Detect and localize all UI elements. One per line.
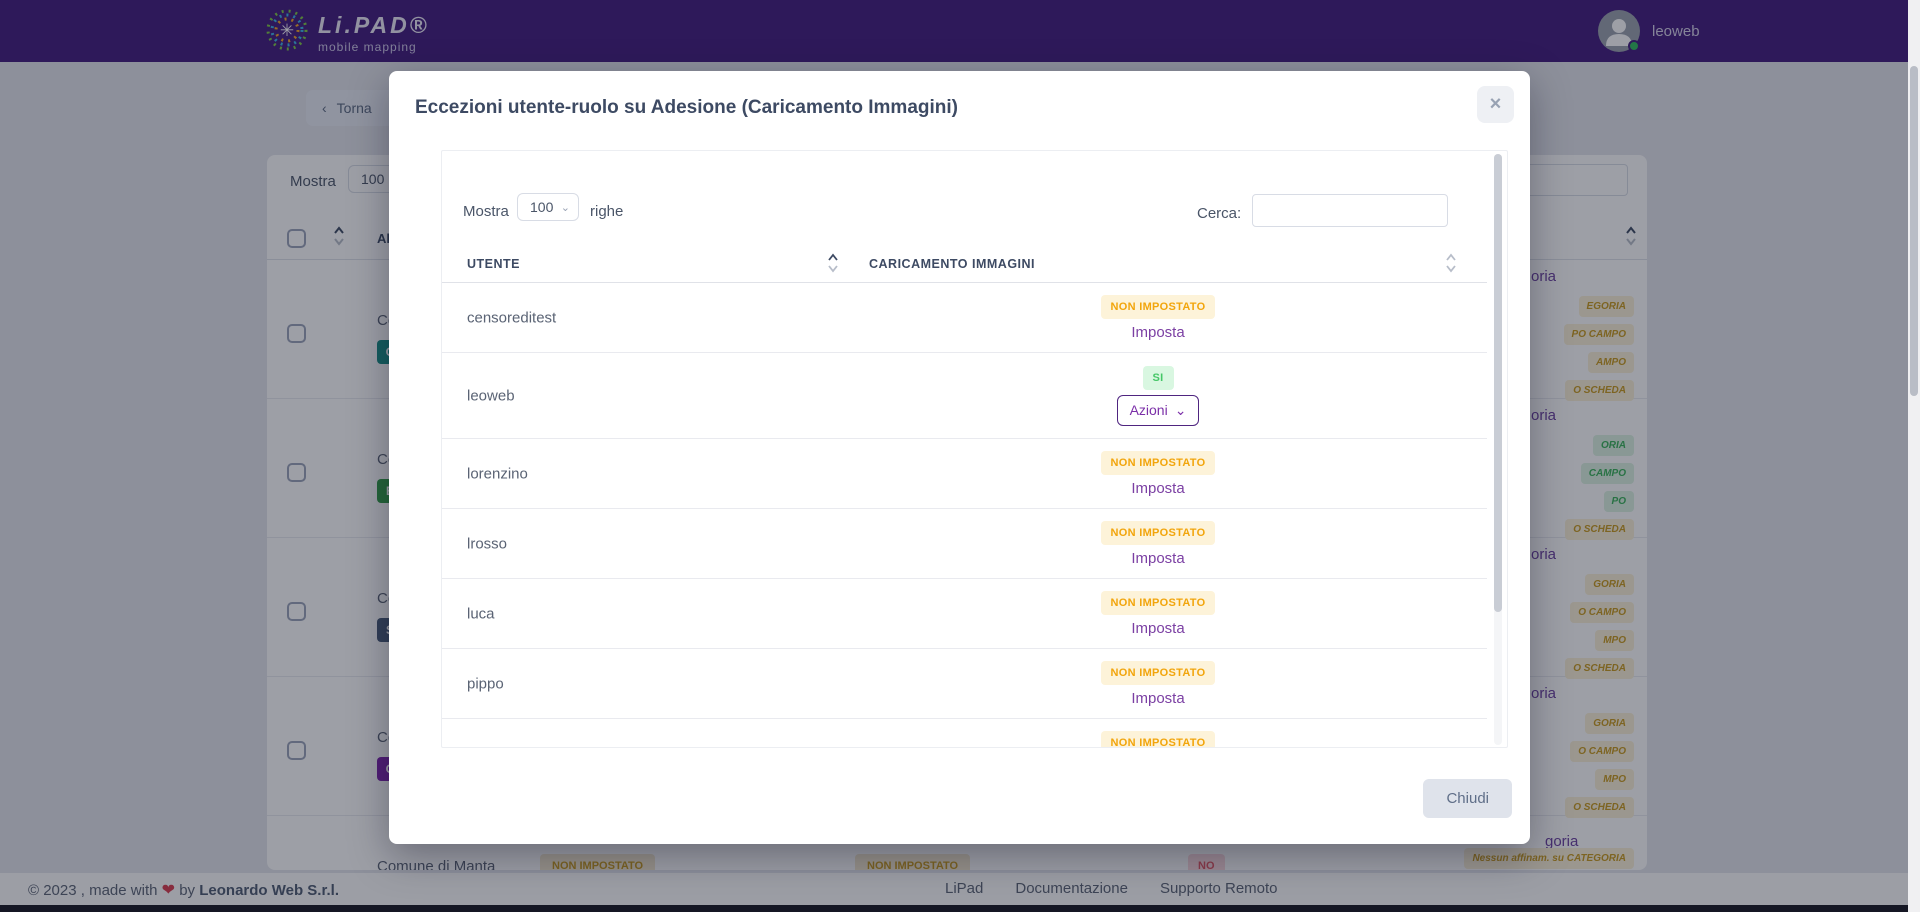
status-cell: NON IMPOSTATO Imposta [1033,591,1283,637]
close-icon[interactable]: × [1477,86,1514,123]
status-cell: NON IMPOSTATO Imposta [1033,521,1283,567]
mostra-label: Mostra [463,203,509,220]
status-cell: NON IMPOSTATO Imposta [1033,731,1283,749]
status-badge: SI [1143,366,1174,390]
user-row: lrosso NON IMPOSTATO Imposta [442,509,1487,579]
cerca-label: Cerca: [1197,205,1241,222]
scrollbar-thumb[interactable] [1494,154,1502,612]
modal-table-container: Mostra 100 ⌄ righe Cerca: Utente Caricam… [441,150,1508,748]
username-cell: pippo [467,675,504,692]
search-input[interactable] [1252,194,1448,227]
user-row: luca NON IMPOSTATO Imposta [442,579,1487,649]
imposta-link[interactable]: Imposta [1131,480,1184,497]
status-cell: SI Azioni⌄ [1033,366,1283,426]
user-row: test NON IMPOSTATO Imposta [442,719,1487,748]
window-scrollbar[interactable] [1908,0,1920,912]
imposta-link[interactable]: Imposta [1131,324,1184,341]
status-cell: NON IMPOSTATO Imposta [1033,295,1283,341]
username-cell: luca [467,605,495,622]
page-size-select[interactable]: 100 ⌄ [517,193,579,221]
righe-label: righe [590,203,623,220]
sort-icon[interactable] [827,251,839,275]
modal-scrollbar[interactable] [1494,154,1502,745]
azioni-dropdown-button[interactable]: Azioni⌄ [1117,395,1200,426]
column-header-caricamento[interactable]: Caricamento Immagini [869,257,1035,271]
column-header-utente[interactable]: Utente [467,257,520,271]
modal-table-header: Utente Caricamento Immagini [442,243,1487,283]
username-cell: censoreditest [467,309,556,326]
status-badge: NON IMPOSTATO [1101,295,1216,319]
sort-icon[interactable] [1445,251,1457,275]
status-badge: NON IMPOSTATO [1101,591,1216,615]
user-row: leoweb SI Azioni⌄ [442,353,1487,439]
status-badge: NON IMPOSTATO [1101,661,1216,685]
imposta-link[interactable]: Imposta [1131,690,1184,707]
imposta-link[interactable]: Imposta [1131,550,1184,567]
imposta-link[interactable]: Imposta [1131,620,1184,637]
chevron-down-icon: ⌄ [1175,402,1187,419]
status-badge: NON IMPOSTATO [1101,731,1216,749]
username-cell: lrosso [467,535,507,552]
username-cell: leoweb [467,387,515,404]
scrollbar-thumb[interactable] [1910,66,1918,396]
user-row: lorenzino NON IMPOSTATO Imposta [442,439,1487,509]
exceptions-modal: Eccezioni utente-ruolo su Adesione (Cari… [389,71,1530,844]
page-size-value: 100 [530,199,553,215]
chevron-down-icon: ⌄ [561,201,570,214]
user-row: pippo NON IMPOSTATO Imposta [442,649,1487,719]
user-row: censoreditest NON IMPOSTATO Imposta [442,283,1487,353]
chiudi-button[interactable]: Chiudi [1423,779,1512,818]
status-badge: NON IMPOSTATO [1101,521,1216,545]
username-cell: lorenzino [467,465,528,482]
username-cell: test [467,745,491,748]
modal-table-rows: censoreditest NON IMPOSTATO Imposta leow… [442,283,1487,748]
status-cell: NON IMPOSTATO Imposta [1033,451,1283,497]
modal-title: Eccezioni utente-ruolo su Adesione (Cari… [415,97,958,119]
status-badge: NON IMPOSTATO [1101,451,1216,475]
status-cell: NON IMPOSTATO Imposta [1033,661,1283,707]
